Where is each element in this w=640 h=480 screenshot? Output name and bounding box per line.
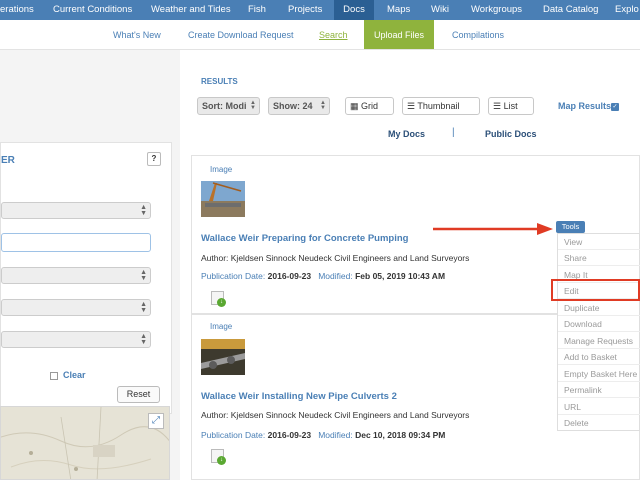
subnav-search[interactable]: Search bbox=[319, 20, 348, 49]
download-icon[interactable]: ↓ bbox=[211, 291, 226, 307]
nav-item-projects[interactable]: Projects bbox=[288, 0, 322, 20]
help-button[interactable]: ? bbox=[147, 152, 161, 166]
filter-select-1[interactable]: ▲ ▼ bbox=[1, 202, 151, 219]
tab-my-docs[interactable]: My Docs bbox=[388, 129, 425, 139]
nav-item-data-catalog[interactable]: Data Catalog bbox=[543, 0, 598, 20]
doc-thumbnail[interactable] bbox=[201, 339, 245, 375]
edit-highlight-box bbox=[551, 279, 640, 301]
menu-item-delete[interactable]: Delete bbox=[558, 415, 640, 431]
grid-label: Grid bbox=[361, 101, 379, 111]
thumbnail-button[interactable]: ☰ Thumbnail bbox=[402, 97, 480, 115]
menu-item-url[interactable]: URL bbox=[558, 399, 640, 415]
clear-link[interactable]: Clear bbox=[63, 370, 86, 380]
nav-item-explore[interactable]: Explo bbox=[615, 0, 639, 20]
list-button[interactable]: ☰ List bbox=[488, 97, 534, 115]
filter-select-4[interactable]: ▲ ▼ bbox=[1, 331, 151, 348]
select-arrows-icon: ▲ ▼ bbox=[250, 100, 256, 111]
nav-item-fish[interactable]: Fish bbox=[248, 0, 266, 20]
sort-select[interactable]: Sort: Modi ▲ ▼ bbox=[197, 97, 260, 115]
subnav-create-download-request[interactable]: Create Download Request bbox=[188, 20, 294, 49]
menu-item-duplicate[interactable]: Duplicate bbox=[558, 300, 640, 316]
select-arrows-icon: ▲ ▼ bbox=[140, 333, 147, 346]
thumbnail-image bbox=[201, 339, 245, 375]
menu-item-permalink[interactable]: Permalink bbox=[558, 382, 640, 398]
menu-item-share[interactable]: Share bbox=[558, 250, 640, 266]
select-arrows-icon: ▲ ▼ bbox=[320, 100, 326, 111]
filter-title: ER bbox=[1, 155, 15, 166]
menu-item-add-to-basket[interactable]: Add to Basket bbox=[558, 349, 640, 365]
tools-button[interactable]: Tools bbox=[556, 221, 585, 233]
sub-nav: What's New Create Download Request Searc… bbox=[0, 20, 640, 50]
clear-checkbox[interactable] bbox=[50, 372, 58, 380]
nav-item-current-conditions[interactable]: Current Conditions bbox=[53, 0, 132, 20]
thumbnail-label: Thumbnail bbox=[417, 101, 460, 111]
show-label: Show: 24 bbox=[273, 101, 313, 111]
top-nav: erations Current Conditions Weather and … bbox=[0, 0, 640, 20]
tools-menu: View Share Map It Edit Duplicate Downloa… bbox=[557, 233, 640, 431]
select-arrows-icon: ▲ ▼ bbox=[140, 204, 147, 217]
doc-dates: Publication Date: 2016-09-23 Modified: D… bbox=[201, 430, 446, 440]
select-arrows-icon: ▲ ▼ bbox=[140, 269, 147, 282]
menu-item-view[interactable]: View bbox=[558, 234, 640, 250]
tab-public-docs[interactable]: Public Docs bbox=[485, 129, 537, 139]
show-select[interactable]: Show: 24 ▲ ▼ bbox=[268, 97, 330, 115]
doc-title-link[interactable]: Wallace Weir Installing New Pipe Culvert… bbox=[201, 391, 397, 402]
doc-thumbnail[interactable] bbox=[201, 181, 245, 217]
grid-button[interactable]: ▦ Grid bbox=[345, 97, 394, 115]
left-panel: ER ? ▲ ▼ ▲ ▼ ▲ ▼ ▲ ▼ Clear Reset ⤢ bbox=[0, 50, 180, 480]
subnav-compilations[interactable]: Compilations bbox=[452, 20, 504, 49]
doc-dates: Publication Date: 2016-09-23 Modified: F… bbox=[201, 271, 446, 281]
nav-item-wiki[interactable]: Wiki bbox=[431, 0, 449, 20]
thumbnail-image bbox=[201, 181, 245, 217]
nav-item-maps[interactable]: Maps bbox=[387, 0, 410, 20]
map-results-label[interactable]: Map Results bbox=[558, 101, 611, 111]
filter-box: ER ? ▲ ▼ ▲ ▼ ▲ ▼ ▲ ▼ Clear Reset bbox=[0, 142, 172, 414]
results-label: RESULTS bbox=[201, 77, 238, 86]
nav-item-weather-tides[interactable]: Weather and Tides bbox=[151, 0, 231, 20]
menu-item-download[interactable]: Download bbox=[558, 316, 640, 332]
doc-title-link[interactable]: Wallace Weir Preparing for Concrete Pump… bbox=[201, 233, 408, 244]
doc-type: Image bbox=[210, 322, 233, 331]
expand-icon[interactable]: ⤢ bbox=[148, 413, 164, 429]
sort-label: Sort: Modi bbox=[202, 101, 247, 111]
filter-text-input[interactable] bbox=[1, 233, 151, 252]
menu-item-manage-requests[interactable]: Manage Requests bbox=[558, 333, 640, 349]
annotation-arrow-icon bbox=[433, 223, 553, 235]
doc-author: Author: Kjeldsen Sinnock Neudeck Civil E… bbox=[201, 410, 470, 420]
list-icon: ☰ bbox=[493, 101, 502, 111]
nav-item-docs[interactable]: Docs bbox=[334, 0, 374, 20]
nav-item-operations[interactable]: erations bbox=[0, 0, 34, 20]
grid-icon: ▦ bbox=[350, 101, 359, 111]
subnav-upload-files[interactable]: Upload Files bbox=[364, 20, 434, 49]
doc-author: Author: Kjeldsen Sinnock Neudeck Civil E… bbox=[201, 253, 470, 263]
list-label: List bbox=[503, 101, 518, 111]
filter-select-2[interactable]: ▲ ▼ bbox=[1, 267, 151, 284]
filter-select-3[interactable]: ▲ ▼ bbox=[1, 299, 151, 316]
doc-type: Image bbox=[210, 165, 233, 174]
select-arrows-icon: ▲ ▼ bbox=[140, 301, 147, 314]
nav-item-workgroups[interactable]: Workgroups bbox=[471, 0, 522, 20]
tab-separator: | bbox=[452, 127, 455, 138]
reset-button[interactable]: Reset bbox=[117, 386, 160, 403]
map-preview[interactable]: ⤢ bbox=[0, 406, 170, 480]
map-results-checkbox[interactable]: ✓ bbox=[611, 103, 619, 111]
thumbnail-icon: ☰ bbox=[407, 101, 416, 111]
map-terrain bbox=[1, 407, 169, 479]
menu-item-empty-basket-here[interactable]: Empty Basket Here bbox=[558, 366, 640, 382]
download-icon[interactable]: ↓ bbox=[211, 449, 226, 465]
subnav-whats-new[interactable]: What's New bbox=[113, 20, 161, 49]
